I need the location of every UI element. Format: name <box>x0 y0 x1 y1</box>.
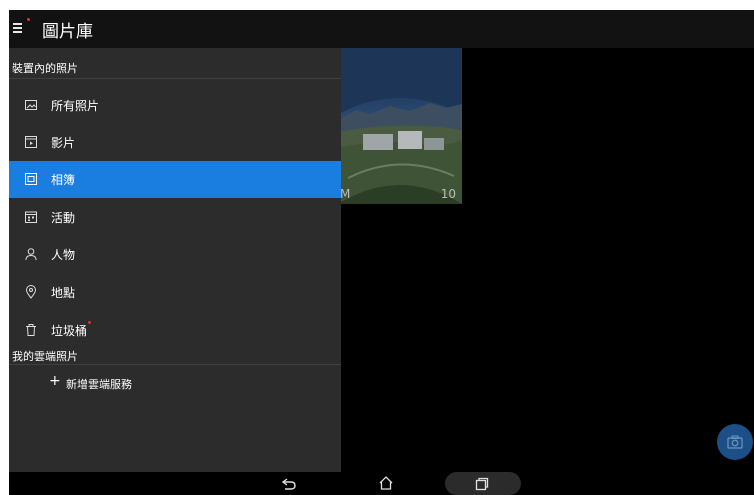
drawer-item-albums[interactable]: 相簿 <box>9 161 341 198</box>
section-header-device: 裝置內的照片 <box>12 62 78 75</box>
camera-button[interactable] <box>717 424 753 460</box>
home-icon[interactable] <box>378 475 394 491</box>
notification-dot <box>27 18 30 21</box>
album-icon <box>25 173 37 185</box>
navigation-drawer: 裝置內的照片 所有照片 影片 相簿 活動 人物 地點 垃圾桶 我的雲端照片 + … <box>9 48 341 472</box>
section-divider <box>9 78 341 79</box>
location-pin-icon <box>25 285 37 299</box>
drawer-item-videos[interactable]: 影片 <box>9 124 341 161</box>
hamburger-menu-button[interactable] <box>13 18 30 36</box>
drawer-item-label: 影片 <box>51 136 76 150</box>
section-divider <box>9 364 341 365</box>
drawer-item-events[interactable]: 活動 <box>9 199 341 236</box>
app-bar: 圖片庫 <box>9 10 754 48</box>
section-header-cloud: 我的雲端照片 <box>12 350 78 363</box>
new-badge-dot <box>88 321 92 324</box>
landscape-photo <box>338 48 462 204</box>
plus-icon: + <box>49 373 61 389</box>
trash-icon <box>26 324 36 336</box>
thumbnail-count: 10 <box>440 187 456 201</box>
app-title: 圖片庫 <box>42 22 93 42</box>
album-thumbnail[interactable]: M 10 <box>338 48 462 204</box>
drawer-item-label: 地點 <box>51 286 76 300</box>
drawer-item-label: 垃圾桶 <box>51 321 92 339</box>
drawer-item-people[interactable]: 人物 <box>9 236 341 273</box>
drawer-item-label: 人物 <box>51 248 76 262</box>
photo-icon <box>25 100 37 110</box>
drawer-item-trash[interactable]: 垃圾桶 <box>9 312 341 349</box>
drawer-item-label: 活動 <box>51 211 76 225</box>
back-icon[interactable] <box>280 477 298 491</box>
add-cloud-service-label: 新增雲端服務 <box>66 378 132 391</box>
video-icon <box>25 136 37 148</box>
recent-apps-icon[interactable] <box>475 477 489 491</box>
gallery-screen: 圖片庫 M 10 裝置內的照片 所有照片 影片 相簿 活動 人物 地點 垃圾桶 … <box>9 10 754 495</box>
drawer-item-places[interactable]: 地點 <box>9 274 341 311</box>
drawer-item-label: 相簿 <box>51 173 76 187</box>
drawer-item-label-text: 垃圾桶 <box>51 324 88 338</box>
thumbnail-caption: M <box>340 187 351 201</box>
event-icon <box>25 211 37 223</box>
person-icon <box>25 248 37 261</box>
system-navigation-bar <box>9 472 754 495</box>
drawer-item-all-photos[interactable]: 所有照片 <box>9 87 341 124</box>
drawer-item-label: 所有照片 <box>51 99 100 113</box>
camera-icon <box>727 435 743 449</box>
